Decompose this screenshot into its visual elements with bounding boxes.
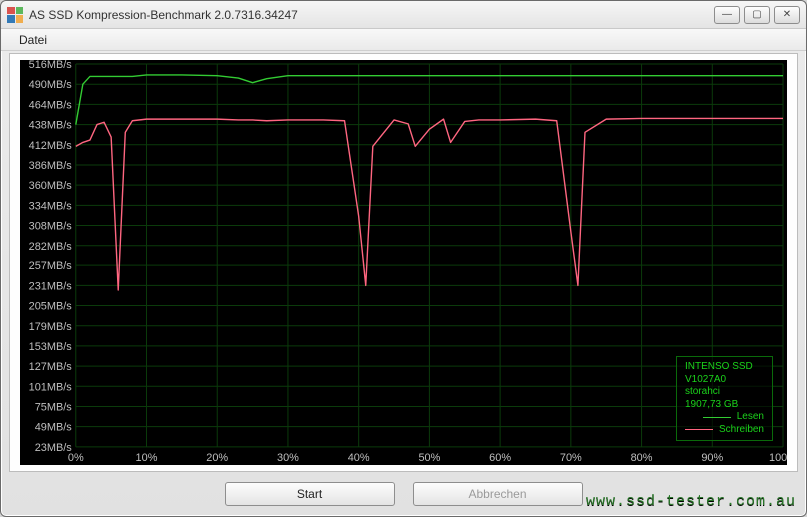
svg-text:0%: 0% bbox=[68, 452, 84, 464]
svg-text:179MB/s: 179MB/s bbox=[29, 321, 73, 333]
legend-read-row: Lesen bbox=[685, 411, 764, 424]
content-panel: 23MB/s 49MB/s 75MB/s 101MB/s 127MB/s 153MB/s 1… bbox=[9, 53, 798, 472]
svg-text:308MB/s: 308MB/s bbox=[29, 221, 73, 233]
svg-text:438MB/s: 438MB/s bbox=[29, 120, 73, 132]
menu-file[interactable]: Datei bbox=[11, 31, 55, 49]
menubar: Datei bbox=[1, 29, 806, 51]
svg-text:205MB/s: 205MB/s bbox=[29, 301, 73, 313]
app-icon bbox=[7, 7, 23, 23]
titlebar[interactable]: AS SSD Kompression-Benchmark 2.0.7316.34… bbox=[1, 1, 806, 29]
svg-text:231MB/s: 231MB/s bbox=[29, 280, 73, 292]
maximize-button[interactable]: ▢ bbox=[744, 6, 770, 24]
app-window: AS SSD Kompression-Benchmark 2.0.7316.34… bbox=[0, 0, 807, 517]
svg-text:101MB/s: 101MB/s bbox=[29, 381, 73, 393]
legend-write-row: Schreiben bbox=[685, 424, 764, 437]
svg-text:282MB/s: 282MB/s bbox=[29, 241, 73, 253]
svg-text:90%: 90% bbox=[701, 452, 723, 464]
svg-text:75MB/s: 75MB/s bbox=[35, 401, 73, 413]
svg-text:60%: 60% bbox=[489, 452, 511, 464]
legend-write-swatch bbox=[685, 429, 713, 430]
close-button[interactable]: ✕ bbox=[774, 6, 800, 24]
legend-read-swatch bbox=[703, 417, 731, 418]
chart-svg: 23MB/s 49MB/s 75MB/s 101MB/s 127MB/s 153MB/s 1… bbox=[20, 60, 787, 465]
legend-firmware: V1027A0 bbox=[685, 374, 764, 387]
legend-read-label: Lesen bbox=[737, 411, 764, 424]
legend-box: INTENSO SSD V1027A0 storahci 1907,73 GB … bbox=[676, 356, 773, 441]
svg-text:334MB/s: 334MB/s bbox=[29, 200, 73, 212]
svg-text:386MB/s: 386MB/s bbox=[29, 160, 73, 172]
window-title: AS SSD Kompression-Benchmark 2.0.7316.34… bbox=[29, 8, 714, 22]
svg-text:100%: 100% bbox=[769, 452, 787, 464]
legend-capacity: 1907,73 GB bbox=[685, 399, 764, 412]
svg-text:412MB/s: 412MB/s bbox=[29, 140, 73, 152]
svg-text:516MB/s: 516MB/s bbox=[29, 60, 73, 71]
svg-text:80%: 80% bbox=[631, 452, 653, 464]
svg-text:40%: 40% bbox=[348, 452, 370, 464]
svg-text:70%: 70% bbox=[560, 452, 582, 464]
svg-text:153MB/s: 153MB/s bbox=[29, 341, 73, 353]
svg-text:127MB/s: 127MB/s bbox=[29, 361, 73, 373]
minimize-button[interactable]: — bbox=[714, 6, 740, 24]
svg-text:257MB/s: 257MB/s bbox=[29, 260, 73, 272]
svg-text:20%: 20% bbox=[206, 452, 228, 464]
svg-text:23MB/s: 23MB/s bbox=[35, 442, 73, 454]
svg-text:490MB/s: 490MB/s bbox=[29, 79, 73, 91]
svg-text:360MB/s: 360MB/s bbox=[29, 180, 73, 192]
svg-text:49MB/s: 49MB/s bbox=[35, 422, 73, 434]
legend-driver: storahci bbox=[685, 386, 764, 399]
legend-device: INTENSO SSD bbox=[685, 361, 764, 374]
abort-button[interactable]: Abbrechen bbox=[413, 482, 583, 506]
start-button[interactable]: Start bbox=[225, 482, 395, 506]
svg-text:10%: 10% bbox=[136, 452, 158, 464]
svg-text:464MB/s: 464MB/s bbox=[29, 99, 73, 111]
legend-write-label: Schreiben bbox=[719, 424, 764, 437]
svg-text:30%: 30% bbox=[277, 452, 299, 464]
window-controls: — ▢ ✕ bbox=[714, 6, 800, 24]
watermark: www.ssd-tester.com.au bbox=[586, 493, 796, 510]
chart-area: 23MB/s 49MB/s 75MB/s 101MB/s 127MB/s 153MB/s 1… bbox=[20, 60, 787, 465]
svg-text:50%: 50% bbox=[418, 452, 440, 464]
